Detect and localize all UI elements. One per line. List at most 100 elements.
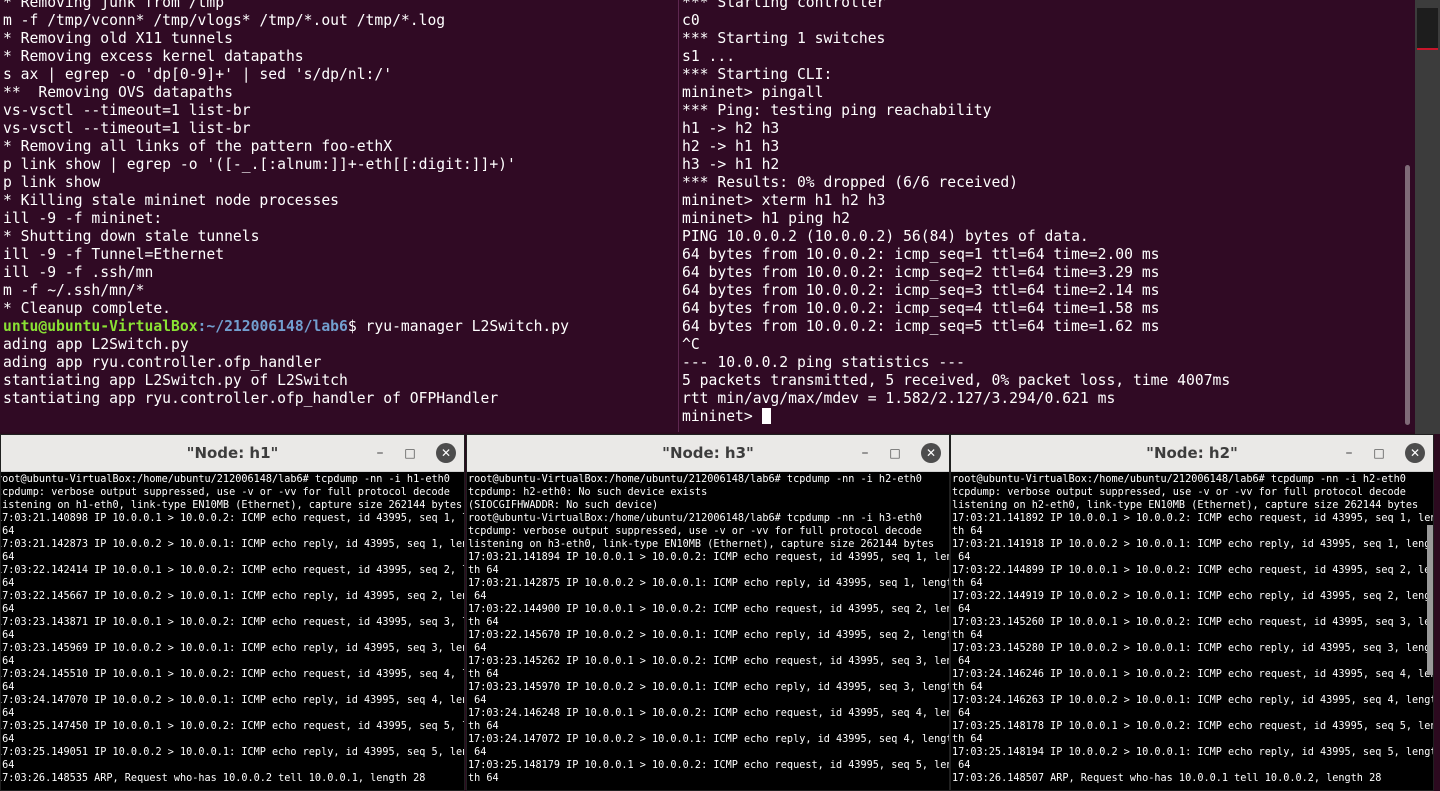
mininet-terminal-output: *** Starting controller c0 *** Starting 1 … [682,0,1230,426]
xterm-window-h1[interactable]: "Node: h1" – □ ✕ root@ubuntu-VirtualBox:… [0,434,465,791]
terminal-line: listening on h2-eth0, link-type EN10MB (… [952,500,1419,511]
terminal-line: root@ubuntu-VirtualBox:/home/ubuntu/2120… [468,474,922,485]
terminal-line: 17:03:21.142873 IP 10.0.0.2 > 10.0.0.1: … [0,539,464,550]
terminal-line: th 64 [468,773,499,784]
terminal-line: 17:03:22.144919 IP 10.0.0.2 > 10.0.0.1: … [952,591,1433,602]
terminal-line: mininet> xterm h1 h2 h3 [682,192,886,209]
terminal-line: 17:03:21.141918 IP 10.0.0.2 > 10.0.0.1: … [952,539,1433,550]
xterm-window-h3[interactable]: "Node: h3" – □ ✕ root@ubuntu-VirtualBox:… [466,434,950,791]
terminal-line: tcpdump: h2-eth0: No such device exists [468,487,708,498]
terminal-line: th 64 [952,578,983,589]
terminal-line: 17:03:23.145280 IP 10.0.0.2 > 10.0.0.1: … [952,643,1433,654]
desktop-background [1434,434,1440,791]
prompt-command: $ ryu-manager L2Switch.py [347,318,569,335]
xterm-output: root@ubuntu-VirtualBox:/home/ubuntu/2120… [0,473,464,790]
terminal-line: 17:03:25.149051 IP 10.0.0.2 > 10.0.0.1: … [0,747,464,758]
prompt-path: :~/212006148/lab6 [197,318,348,335]
background-window-edge [1415,0,1440,440]
terminal-line: 64 [952,604,971,615]
terminal-line: m -f ~/.ssh/mn/* [3,282,145,299]
xterm-output: root@ubuntu-VirtualBox:/home/ubuntu/2120… [468,473,949,790]
terminal-line: 64 [2,552,15,563]
terminal-line: 17:03:23.145260 IP 10.0.0.1 > 10.0.0.2: … [952,617,1433,628]
terminal-line: mininet> pingall [682,84,824,101]
terminal-line: th 64 [468,565,499,576]
terminal-line: 64 [2,604,15,615]
close-icon[interactable]: ✕ [1405,443,1425,463]
ryu-terminal[interactable]: * Removing junk from /tmp m -f /tmp/vconn… [0,0,678,432]
terminal-line: tcpdump: verbose output suppressed, use … [952,487,1406,498]
terminal-line: --- 10.0.0.2 ping statistics --- [682,354,965,371]
terminal-line: ill -9 -f mininet: [3,210,163,227]
maximize-icon[interactable]: □ [1369,443,1389,463]
terminal-line: 17:03:23.143871 IP 10.0.0.1 > 10.0.0.2: … [0,617,464,628]
xterm-output: root@ubuntu-VirtualBox:/home/ubuntu/2120… [952,473,1433,790]
terminal-line: 17:03:24.146248 IP 10.0.0.1 > 10.0.0.2: … [468,708,949,719]
text-cursor [761,408,771,424]
terminal-line: 17:03:22.144899 IP 10.0.0.1 > 10.0.0.2: … [952,565,1433,576]
xterm-title: "Node: h2" [1146,444,1238,462]
terminal-line: *** Ping: testing ping reachability [682,102,992,119]
close-icon[interactable]: ✕ [436,443,456,463]
xterm-window-h2[interactable]: "Node: h2" – □ ✕ root@ubuntu-VirtualBox:… [950,434,1434,791]
terminal-line: h1 -> h2 h3 [682,120,780,137]
terminal-line: stantiating app L2Switch.py of L2Switch [3,372,348,389]
terminal-line: 17:03:24.146246 IP 10.0.0.1 > 10.0.0.2: … [952,669,1433,680]
mininet-prompt-line[interactable]: mininet> [682,408,1230,426]
terminal-line: 64 [952,760,971,771]
mininet-prompt: mininet> [682,408,762,425]
terminal-line: root@ubuntu-VirtualBox:/home/ubuntu/2120… [952,474,1406,485]
terminal-line: 64 [2,630,15,641]
terminal-line: 64 [952,708,971,719]
terminal-line: 17:03:21.140898 IP 10.0.0.1 > 10.0.0.2: … [0,513,464,524]
terminal-line: th 64 [952,682,983,693]
minimize-icon[interactable]: – [1339,443,1359,463]
window-close-accent [1417,8,1438,50]
xterm-titlebar[interactable]: "Node: h1" – □ ✕ [1,435,464,472]
mininet-terminal[interactable]: *** Starting controller c0 *** Starting 1 … [679,0,1415,432]
minimize-icon[interactable]: – [370,443,390,463]
terminal-line: stantiating app ryu.controller.ofp_handl… [3,390,499,407]
terminal-line: ** Removing OVS datapaths [3,84,233,101]
terminal-line: vs-vsctl --timeout=1 list-br [3,102,251,119]
xterm-titlebar[interactable]: "Node: h2" – □ ✕ [951,435,1433,472]
terminal-line: * Shutting down stale tunnels [3,228,260,245]
ryu-terminal-prompt-line: untu@ubuntu-VirtualBox:~/212006148/lab6$… [3,318,569,336]
terminal-line: 17:03:24.145510 IP 10.0.0.1 > 10.0.0.2: … [0,669,464,680]
terminal-line: * Removing excess kernel datapaths [3,48,304,65]
terminal-line: * Cleanup complete. [3,300,172,317]
terminal-line: 64 [952,656,971,667]
xterm-scrollbar[interactable] [1427,525,1433,675]
terminal-line: * Removing old X11 tunnels [3,30,233,47]
maximize-icon[interactable]: □ [400,443,420,463]
terminal-line: ill -9 -f Tunnel=Ethernet [3,246,225,263]
terminal-line: 64 [2,682,15,693]
close-icon[interactable]: ✕ [921,443,941,463]
terminal-line: 64 [2,708,15,719]
terminal-line: p link show | egrep -o '([-_.[:alnum:]]+… [3,156,516,173]
mininet-terminal-scrollbar[interactable] [1405,165,1410,425]
terminal-line: p link show [3,174,101,191]
terminal-line: h2 -> h1 h3 [682,138,780,155]
terminal-line: 17:03:25.148179 IP 10.0.0.1 > 10.0.0.2: … [468,760,949,771]
terminal-line: 64 [2,578,15,589]
terminal-line: 17:03:23.145970 IP 10.0.0.2 > 10.0.0.1: … [468,682,949,693]
terminal-line: (SIOCGIFHWADDR: No such device) [468,500,659,511]
xterm-titlebar[interactable]: "Node: h3" – □ ✕ [467,435,949,472]
terminal-line: 64 bytes from 10.0.0.2: icmp_seq=2 ttl=6… [682,264,1160,281]
terminal-line: ^C [682,336,700,353]
terminal-line: tcpdump: verbose output suppressed, use … [0,487,450,498]
terminal-line: listening on h3-eth0, link-type EN10MB (… [468,539,935,550]
terminal-line: 64 [2,734,15,745]
minimize-icon[interactable]: – [855,443,875,463]
terminal-line: c0 [682,12,700,29]
terminal-line: 17:03:22.142414 IP 10.0.0.1 > 10.0.0.2: … [0,565,464,576]
terminal-line: 17:03:25.148178 IP 10.0.0.1 > 10.0.0.2: … [952,721,1433,732]
terminal-line: 17:03:21.142875 IP 10.0.0.2 > 10.0.0.1: … [468,578,949,589]
terminal-line: 64 [468,643,487,654]
terminal-line: 17:03:24.147072 IP 10.0.0.2 > 10.0.0.1: … [468,734,949,745]
terminal-line: *** Results: 0% dropped (6/6 received) [682,174,1019,191]
terminal-line: vs-vsctl --timeout=1 list-br [3,120,251,137]
terminal-line: 17:03:26.148535 ARP, Request who-has 10.… [0,773,426,784]
maximize-icon[interactable]: □ [885,443,905,463]
